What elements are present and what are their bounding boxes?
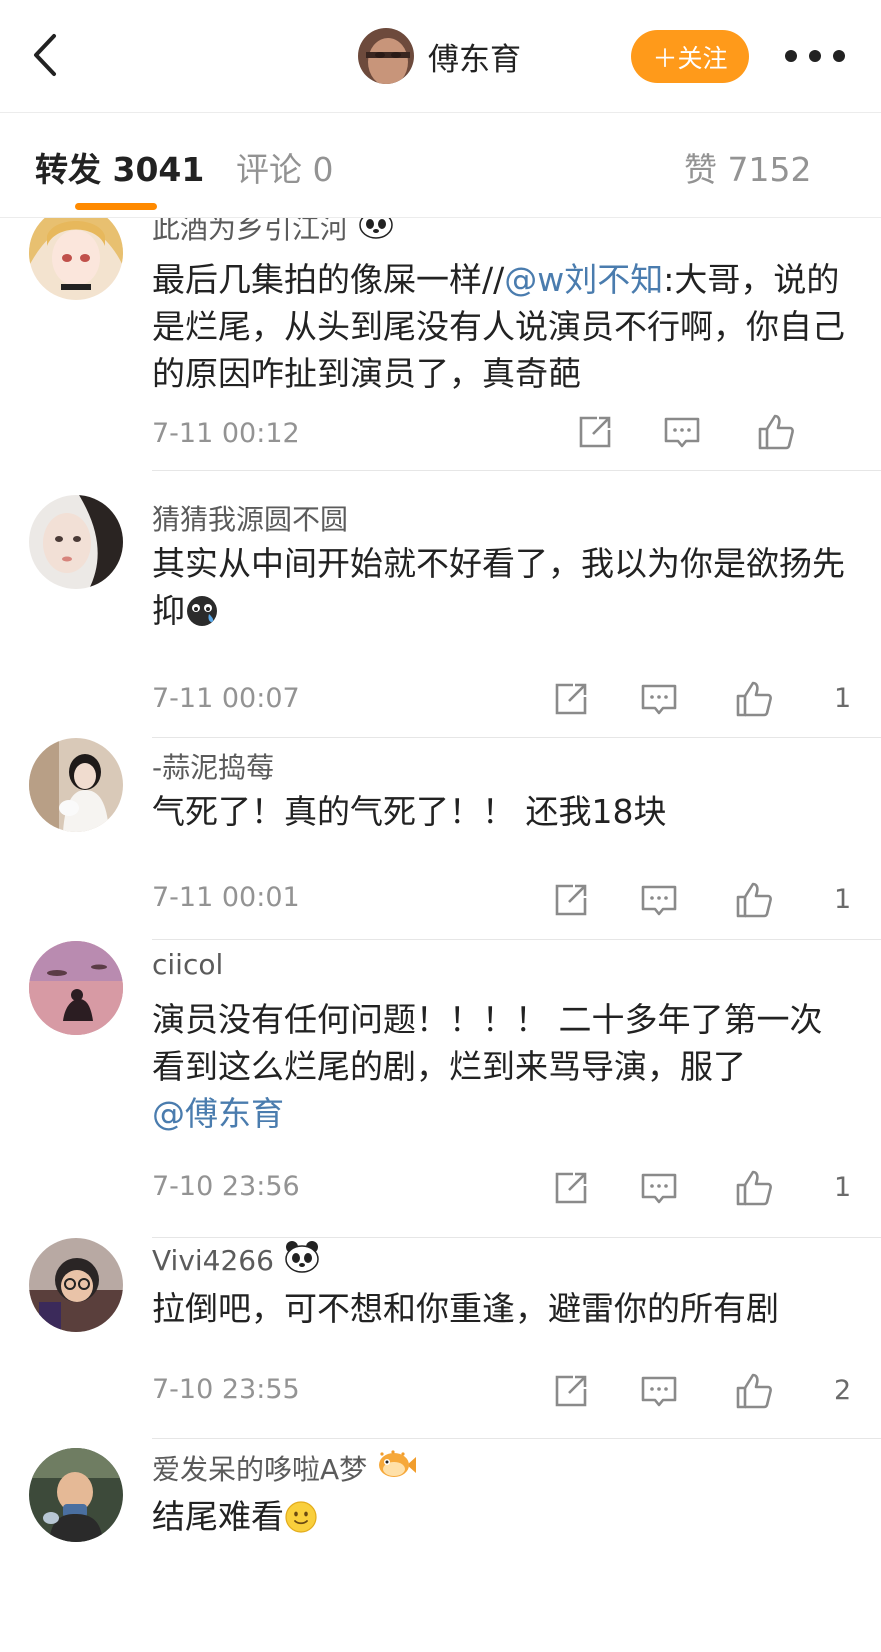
divider — [152, 939, 881, 940]
follow-button[interactable]: ＋关注 — [631, 30, 749, 83]
comment-icon[interactable] — [639, 679, 679, 719]
tab-repost[interactable]: 转发 3041 — [35, 143, 204, 191]
thumbs-up-icon[interactable] — [734, 679, 774, 719]
comment-text: 拉倒吧，可不想和你重逢，避雷你的所有剧 — [152, 1289, 779, 1328]
comment-text: 气死了！真的气死了！！ 还我18块 — [152, 792, 667, 831]
comment-text: 其实从中间开始就不好看了，我以为你是欲扬先抑 — [152, 540, 852, 640]
avatar[interactable] — [29, 1448, 123, 1542]
username[interactable]: Vivi4266 — [152, 1240, 320, 1281]
username[interactable]: 猜猜我源圆不圆 — [152, 498, 348, 538]
action-bar: 1 — [0, 880, 881, 924]
tab-bar: 转发 3041 评论 0 赞 7152 — [0, 112, 881, 218]
share-icon[interactable] — [551, 679, 591, 719]
comment-text: 演员没有任何问题！！！！ 二十多年了第一次看到这么烂尾的剧，烂到来骂导演，服了 @… — [152, 1000, 823, 1133]
profile-header[interactable]: 傅东育 — [358, 28, 521, 84]
share-icon[interactable] — [551, 1168, 591, 1208]
username[interactable]: -蒜泥捣莓 — [152, 746, 274, 786]
mention-link[interactable]: @w刘不知 — [504, 260, 663, 299]
share-icon[interactable] — [575, 412, 615, 452]
avatar[interactable] — [29, 495, 123, 589]
active-tab-indicator — [75, 203, 157, 210]
repost-list: 此酒为乡引江河 最后几集拍的像屎一样//@w刘不知:大哥，说的是烂尾，从头到尾没… — [0, 218, 881, 1652]
comment-icon[interactable] — [639, 1168, 679, 1208]
action-bar — [0, 412, 881, 456]
divider — [152, 1237, 881, 1238]
thumbs-up-icon[interactable] — [756, 412, 796, 452]
username[interactable]: 爱发呆的哆啦A梦 — [152, 1448, 417, 1488]
username[interactable]: 此酒为乡引江河 — [152, 218, 394, 247]
avatar[interactable] — [29, 218, 123, 300]
like-count: 1 — [834, 1172, 852, 1203]
comment-text: 最后几集拍的像屎一样//@w刘不知:大哥，说的是烂尾，从头到尾没有人说演员不行啊… — [152, 260, 845, 393]
comment-icon[interactable] — [639, 880, 679, 920]
avatar[interactable] — [29, 1238, 123, 1332]
crying-face-emoji — [185, 593, 219, 640]
chevron-left-icon[interactable] — [22, 30, 72, 80]
thumbs-up-icon[interactable] — [734, 880, 774, 920]
divider — [152, 1438, 881, 1439]
avatar[interactable] — [29, 941, 123, 1035]
share-icon[interactable] — [551, 880, 591, 920]
mention-link[interactable]: @傅东育 — [152, 1094, 284, 1133]
panda-icon — [358, 218, 394, 247]
username[interactable]: ciicol — [152, 948, 223, 981]
avatar[interactable] — [29, 738, 123, 832]
action-bar: 1 — [0, 679, 881, 723]
action-bar: 2 — [0, 1371, 881, 1415]
divider — [152, 470, 881, 471]
page-title: 傅东育 — [428, 41, 521, 78]
tab-comment[interactable]: 评论 0 — [236, 143, 334, 191]
action-bar: 1 — [0, 1168, 881, 1212]
like-count: 1 — [834, 884, 852, 915]
comment-icon[interactable] — [639, 1371, 679, 1411]
share-icon[interactable] — [551, 1371, 591, 1411]
comment-text: 结尾难看 — [152, 1493, 852, 1546]
top-navbar: 傅东育 ＋关注 — [0, 0, 881, 112]
more-dots-icon[interactable] — [785, 38, 845, 74]
avatar[interactable] — [358, 28, 414, 84]
divider — [152, 737, 881, 738]
thumbs-up-icon[interactable] — [734, 1371, 774, 1411]
comment-icon[interactable] — [662, 412, 702, 452]
panda-icon — [284, 1240, 320, 1281]
pufferfish-icon — [377, 1449, 417, 1487]
thumbs-up-icon[interactable] — [734, 1168, 774, 1208]
like-count: 2 — [834, 1375, 852, 1406]
smile-face-emoji — [284, 1499, 318, 1546]
like-count: 1 — [834, 683, 852, 714]
tab-like[interactable]: 赞 7152 — [684, 143, 811, 191]
